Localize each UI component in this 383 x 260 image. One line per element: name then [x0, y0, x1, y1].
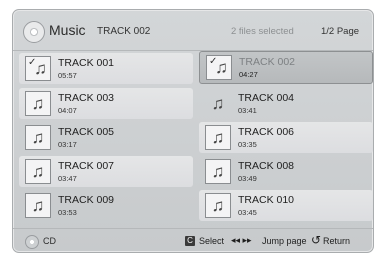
music-note-icon: ♫	[205, 159, 231, 184]
cd-icon	[25, 235, 39, 249]
track-title: TRACK 010	[238, 194, 295, 206]
track-item-6[interactable]: ♫ TRACK 006 03:35	[199, 122, 373, 153]
check-icon: ✓	[209, 56, 218, 67]
track-title: TRACK 007	[58, 160, 115, 172]
select-key-icon: C	[185, 236, 195, 246]
jump-page-hint[interactable]: Jump page	[262, 236, 307, 246]
music-note-icon: ✓ ♫	[25, 56, 51, 81]
track-duration: 04:27	[239, 70, 258, 79]
disc-icon	[23, 21, 45, 43]
track-item-8[interactable]: ♫ TRACK 008 03:49	[199, 156, 373, 187]
music-note-icon: ♫	[25, 91, 51, 116]
page-title: Music	[49, 22, 86, 38]
track-item-7[interactable]: ♫ TRACK 007 03:47	[19, 156, 193, 187]
track-duration: 03:45	[238, 208, 257, 217]
track-duration: 03:53	[58, 208, 77, 217]
track-item-10[interactable]: ♫ TRACK 010 03:45	[199, 190, 373, 221]
track-title: TRACK 003	[58, 92, 115, 104]
header-bar: Music TRACK 002 2 files selected 1/2 Pag…	[13, 10, 373, 51]
track-duration: 03:49	[238, 174, 257, 183]
track-duration: 03:47	[58, 174, 77, 183]
track-item-9[interactable]: ♫ TRACK 009 03:53	[19, 190, 193, 221]
track-duration: 04:07	[58, 106, 77, 115]
music-list-panel: Music TRACK 002 2 files selected 1/2 Pag…	[12, 9, 374, 253]
track-title: TRACK 005	[58, 126, 115, 138]
track-item-2[interactable]: ✓ ♫ TRACK 002 04:27	[199, 51, 373, 84]
track-item-1[interactable]: ✓ ♫ TRACK 001 05:57	[19, 53, 193, 84]
track-duration: 03:17	[58, 140, 77, 149]
selection-count: 2 files selected	[231, 26, 294, 37]
music-note-icon: ♫	[25, 125, 51, 150]
current-track-label: TRACK 002	[97, 26, 151, 37]
track-duration: 03:41	[238, 106, 257, 115]
return-icon: ↺	[311, 233, 322, 247]
check-icon: ✓	[28, 57, 37, 68]
return-hint[interactable]: Return	[323, 236, 350, 246]
music-note-icon: ♫	[211, 94, 225, 113]
track-item-4[interactable]: ♫ TRACK 004 03:41	[199, 88, 373, 119]
music-note-icon: ✓ ♫	[206, 55, 232, 80]
track-title: TRACK 008	[238, 160, 295, 172]
music-note-icon: ♫	[25, 193, 51, 218]
track-item-5[interactable]: ♫ TRACK 005 03:17	[19, 122, 193, 153]
track-duration: 05:57	[58, 71, 77, 80]
track-duration: 03:35	[238, 140, 257, 149]
track-item-3[interactable]: ♫ TRACK 003 04:07	[19, 88, 193, 119]
track-title: TRACK 002	[239, 56, 296, 68]
track-title: TRACK 001	[58, 57, 115, 69]
jump-arrows-icon: ◂◂ ▸▸	[231, 235, 252, 245]
footer-bar: CD C Select ◂◂ ▸▸ Jump page ↺ Return	[13, 228, 373, 253]
source-label: CD	[43, 236, 56, 246]
music-note-icon: ♫	[25, 159, 51, 184]
music-note-icon: ♫	[205, 125, 231, 150]
track-title: TRACK 006	[238, 126, 295, 138]
track-title: TRACK 009	[58, 194, 115, 206]
select-hint[interactable]: Select	[199, 236, 224, 246]
music-note-icon: ♫	[205, 193, 231, 218]
track-title: TRACK 004	[238, 92, 295, 104]
page-indicator: 1/2 Page	[321, 26, 360, 37]
